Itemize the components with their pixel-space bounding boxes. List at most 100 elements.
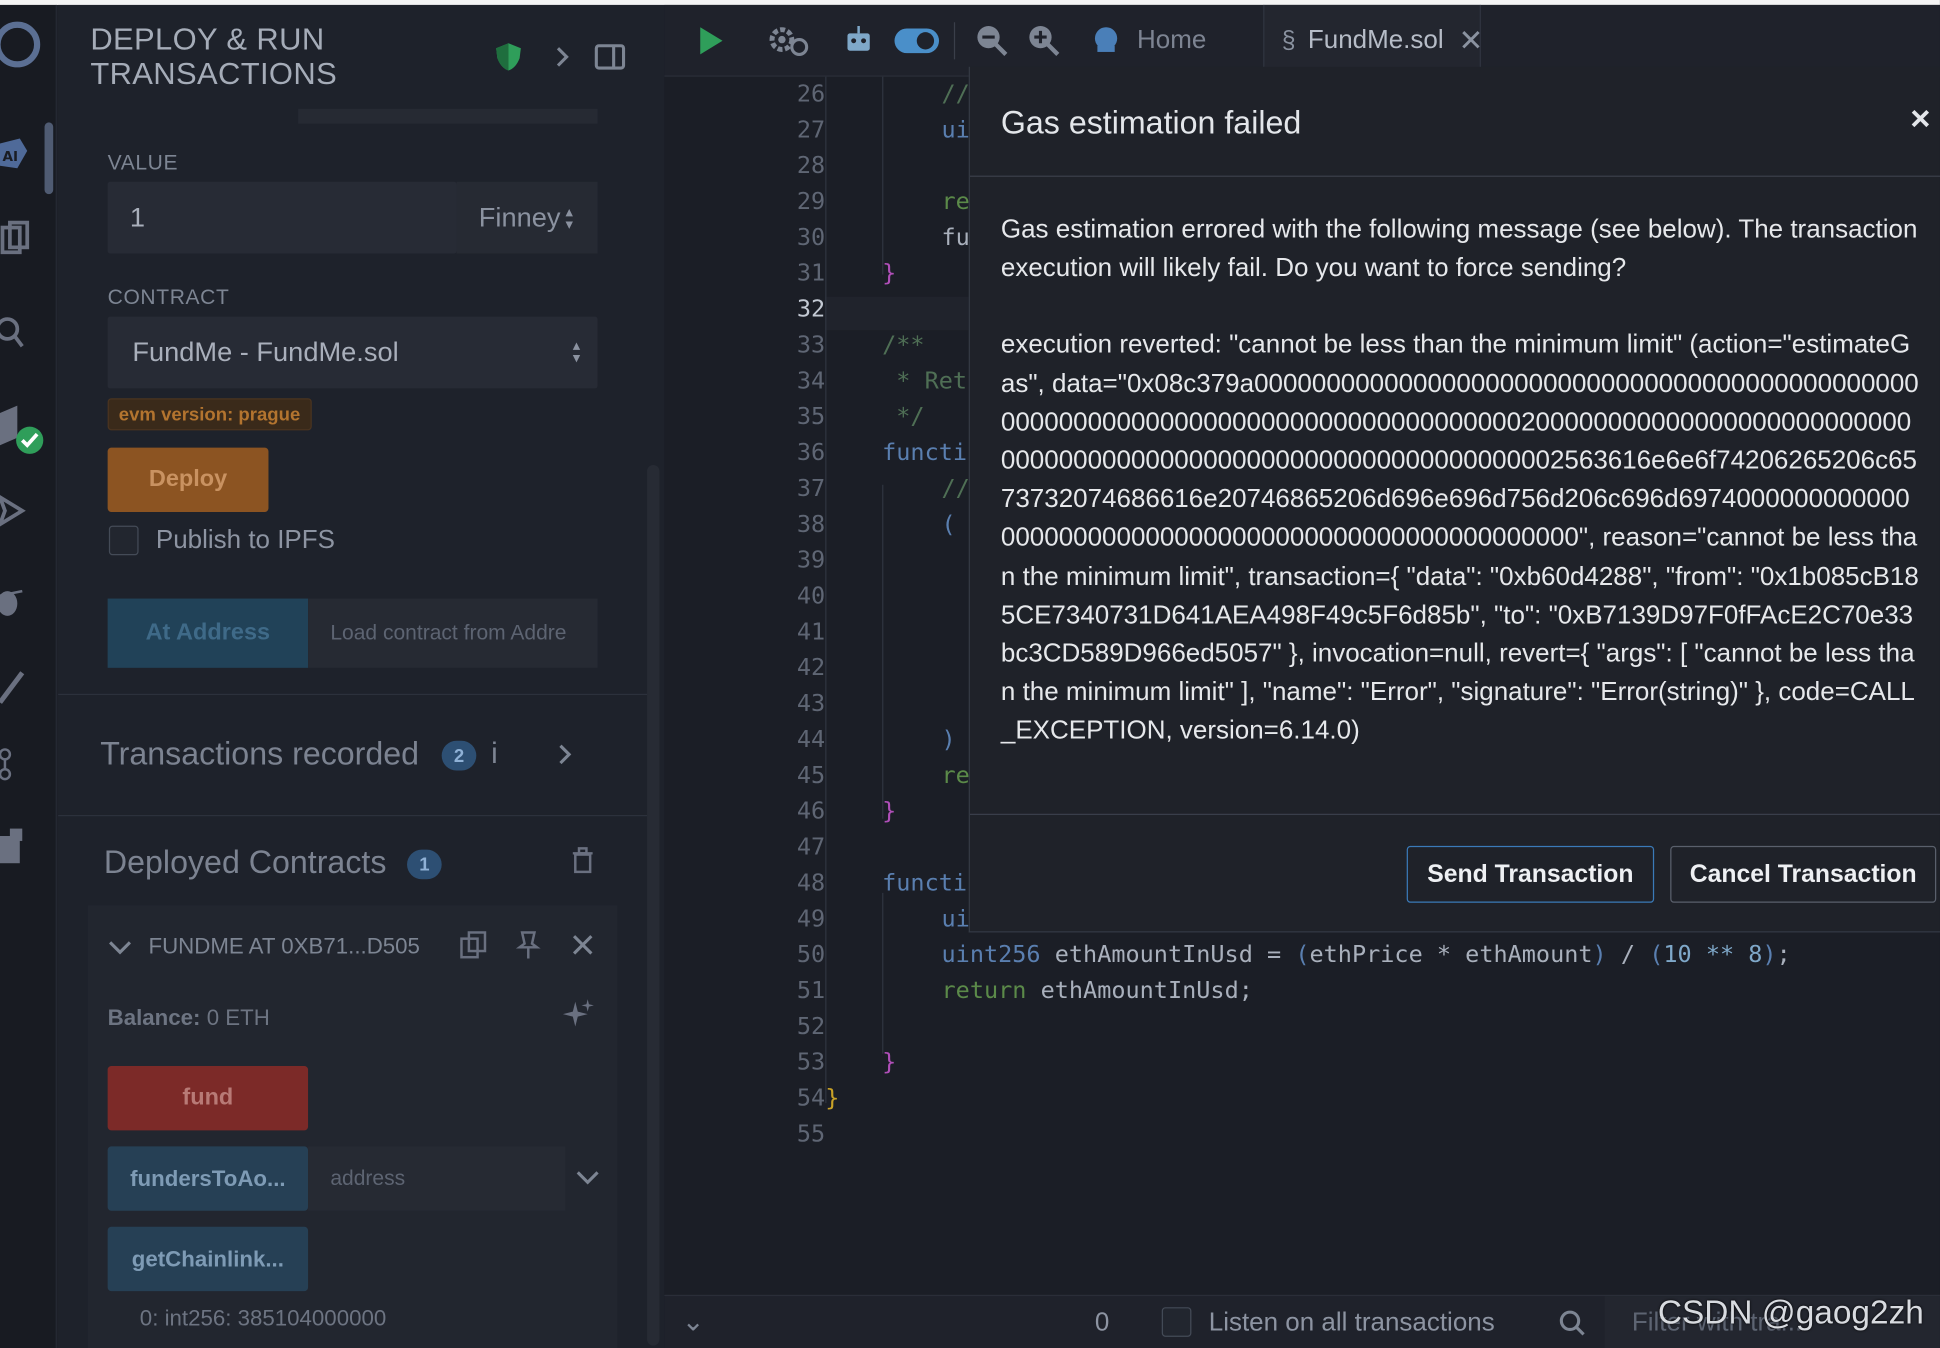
solidity-file-icon: §: [1281, 26, 1296, 54]
shield-icon[interactable]: [491, 40, 526, 75]
transactions-count-badge: 2: [441, 740, 477, 771]
tools-icon[interactable]: [0, 665, 37, 707]
close-icon[interactable]: [565, 928, 600, 963]
toggle-switch-icon[interactable]: [892, 22, 941, 59]
icon-rail: AI: [0, 4, 57, 1348]
play-icon[interactable]: [692, 22, 729, 59]
line-number: 27: [796, 116, 826, 144]
line-number: 32: [796, 295, 826, 323]
tab-home-label: Home: [1136, 25, 1207, 55]
line-number: 33: [796, 331, 826, 359]
chevron-down-icon-2[interactable]: [570, 1160, 605, 1195]
git-icon[interactable]: [0, 742, 37, 784]
zoom-out-icon[interactable]: [974, 22, 1011, 59]
funders-to-amount-button[interactable]: fundersToAo...: [107, 1146, 309, 1211]
sparkle-icon[interactable]: [560, 997, 595, 1032]
line-number: 52: [796, 1012, 826, 1041]
pending-count: 0: [1094, 1308, 1110, 1337]
fund-button[interactable]: fund: [107, 1066, 309, 1131]
code-line-33: /**: [882, 331, 925, 359]
copy-icon[interactable]: [457, 928, 492, 963]
line-number: 51: [796, 976, 826, 1005]
contract-select[interactable]: FundMe - FundMe.sol ▴ ▾: [107, 316, 598, 389]
value-unit-select[interactable]: Finney ▴ ▾: [456, 181, 598, 254]
value-unit-text: Finney: [478, 201, 561, 233]
line-number: 46: [796, 797, 826, 825]
modal-error-detail: execution reverted: "cannot be less than…: [1000, 330, 1919, 746]
funders-address-input[interactable]: address: [308, 1146, 566, 1211]
listen-all-label: Listen on all transactions: [1208, 1308, 1495, 1337]
code-token: ): [1592, 941, 1607, 969]
deploy-button[interactable]: Deploy: [107, 447, 269, 512]
compiler-success-icon[interactable]: [0, 401, 49, 460]
robot-icon[interactable]: [840, 22, 877, 59]
panel-scrollbar[interactable]: [647, 464, 660, 1346]
line-number: 39: [796, 546, 826, 574]
code-line-27: ui: [941, 116, 970, 144]
value-label: VALUE: [107, 150, 179, 175]
line-number: 54: [796, 1084, 826, 1112]
code-token: ): [1762, 941, 1777, 969]
deploy-run-icon[interactable]: [0, 490, 37, 532]
value-input[interactable]: 1: [107, 181, 457, 254]
at-address-button[interactable]: At Address: [107, 598, 309, 668]
publish-ipfs-checkbox[interactable]: [108, 525, 139, 556]
modal-title: Gas estimation failed: [1000, 103, 1302, 141]
evm-version-badge: evm version: prague: [107, 398, 312, 431]
line-number: 49: [796, 905, 826, 933]
collapse-terminal-icon[interactable]: ⌄: [682, 1306, 705, 1338]
cancel-transaction-button[interactable]: Cancel Transaction: [1670, 845, 1937, 903]
code-line-51: return ethAmountInUsd;: [942, 977, 1253, 1004]
line-number: 29: [796, 187, 826, 216]
code-line-31: }: [882, 259, 897, 287]
line-number: 53: [796, 1048, 826, 1076]
search-icon-terminal[interactable]: [1555, 1306, 1590, 1341]
gas-estimation-modal: Gas estimation failed × Gas estimation e…: [968, 66, 1940, 933]
trash-icon[interactable]: [565, 843, 600, 878]
code-line-38: (: [941, 510, 956, 538]
modal-close-icon[interactable]: ×: [1910, 99, 1930, 139]
pin-icon[interactable]: [511, 928, 546, 963]
line-number: 28: [796, 152, 826, 180]
plugin-manager-icon[interactable]: [0, 826, 37, 868]
line-number: 50: [796, 941, 826, 969]
chevron-right-icon-2[interactable]: [548, 737, 583, 772]
code-line-50: uint256 ethAmountInUsd = (ethPrice * eth…: [942, 941, 1791, 968]
listen-all-checkbox[interactable]: [1161, 1307, 1192, 1337]
code-token: ethAmountInUsd =: [1040, 941, 1296, 969]
send-transaction-button[interactable]: Send Transaction: [1406, 845, 1655, 903]
panel-toggle-icon[interactable]: [593, 40, 628, 75]
line-number: 38: [796, 510, 826, 538]
line-number-gutter: 26 27 28 29 30 31 32 33 34 35 36 37 38 39 40 41 42 43 44 45…: [726, 77, 825, 1295]
info-icon[interactable]: i: [491, 737, 498, 772]
settings-gear-icon[interactable]: [766, 22, 811, 59]
publish-ipfs-label: Publish to IPFS: [155, 525, 335, 555]
line-number: 41: [796, 618, 826, 646]
line-number: 42: [796, 654, 826, 682]
zoom-in-icon[interactable]: [1026, 22, 1063, 59]
search-icon[interactable]: [0, 312, 37, 354]
code-line-36: functi: [882, 439, 968, 467]
code-line-44: ): [941, 725, 956, 754]
code-line-48: functi: [882, 869, 968, 897]
chevron-down-icon[interactable]: [103, 930, 138, 965]
code-line-37: //: [941, 474, 970, 503]
tab-close-icon[interactable]: ✕: [1458, 23, 1483, 59]
code-line-35: */: [882, 403, 925, 431]
get-chainlink-button[interactable]: getChainlink...: [107, 1226, 309, 1292]
balance-label: Balance:: [107, 1005, 201, 1031]
contract-instance-name[interactable]: FUNDME AT 0XB71...D505: [148, 934, 435, 960]
remix-ide: AI DEPLOY & RUN TRANSACTIONS VALUE 1 Fin…: [0, 0, 1940, 1348]
file-explorer-icon[interactable]: [0, 218, 37, 260]
transactions-recorded-title[interactable]: Transactions recorded: [100, 735, 419, 773]
line-number: 47: [796, 833, 826, 861]
code-line-34: * Ret: [882, 367, 968, 395]
code-line-26: //: [941, 80, 970, 108]
call-output: 0: int256: 385104000000: [139, 1305, 387, 1331]
deploy-plugin-icon[interactable]: AI: [0, 134, 37, 176]
chevron-right-icon[interactable]: [546, 40, 581, 75]
remix-logo-icon[interactable]: [0, 17, 49, 71]
load-contract-input[interactable]: Load contract from Addre: [308, 598, 598, 668]
balance-line: Balance: 0 ETH: [108, 1005, 270, 1031]
debugger-icon[interactable]: [0, 579, 37, 621]
